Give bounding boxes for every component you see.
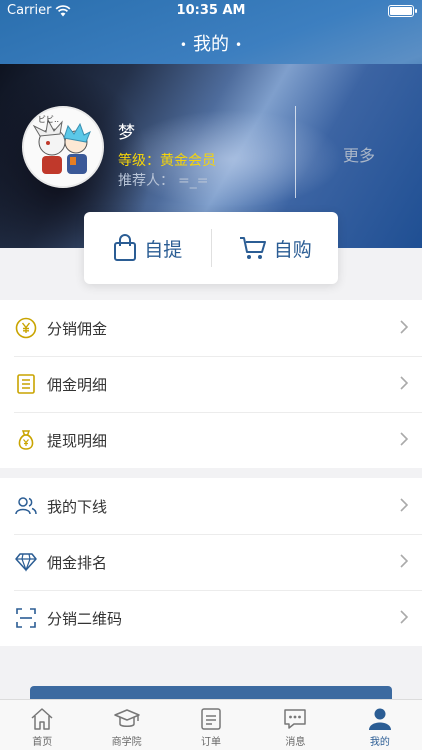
menu-item-label: 我的下线 [47,497,108,516]
svg-text:ビビ..: ビビ.. [38,115,59,124]
member-level: 等级：黄金会员 [118,150,216,170]
tab-mine[interactable]: 我的 [338,700,422,750]
chevron-right-icon [400,498,408,512]
referrer-value: =_= [178,173,209,189]
status-bar: Carrier 10:35 AM [0,0,422,22]
purchase-label: 自购 [273,238,312,261]
shopping-bag-icon [114,234,137,261]
referrer-label: 推荐人： [118,173,174,189]
scan-icon [14,606,38,630]
tab-label: 首页 [32,737,53,748]
pickup-button[interactable]: 自提 [84,212,211,284]
menu-item-distribution-commission[interactable]: 分销佣金 [0,300,422,356]
tab-home[interactable]: 首页 [0,700,84,750]
page-title: • 我的 • [179,34,243,55]
menu-group-commission: 分销佣金 佣金明细 提现明细 [0,300,422,468]
chevron-right-icon [400,554,408,568]
pickup-label: 自提 [144,238,183,261]
chevron-right-icon [400,376,408,390]
member-level-value: 黄金会员 [160,153,216,169]
menu-item-label: 提现明细 [47,431,108,450]
tab-messages[interactable]: 消息 [253,700,337,750]
menu-item-my-downline[interactable]: 我的下线 [0,478,422,534]
users-icon [14,494,38,518]
action-card: 自提 自购 [84,212,338,284]
menu-item-label: 分销佣金 [47,319,108,338]
user-name: 梦 [118,123,135,143]
menu-item-commission-details[interactable]: 佣金明细 [0,356,422,412]
member-level-label: 等级： [118,153,160,169]
tab-label: 我的 [369,737,390,748]
avatar[interactable]: ビビ.. [22,106,104,188]
chevron-right-icon [400,432,408,446]
graduation-cap-icon [113,709,140,727]
tab-label: 商学院 [111,737,142,748]
yen-coin-icon [14,316,38,340]
menu-item-label: 佣金排名 [47,553,108,572]
more-button[interactable]: 更多 [296,142,422,166]
menu-group-network: 我的下线 佣金排名 分销二维码 [0,478,422,646]
tab-orders[interactable]: 订单 [169,700,253,750]
order-icon [201,708,221,730]
message-icon [284,709,307,729]
tab-bar: 首页 商学院 订单 消息 我的 [0,699,422,750]
money-bag-icon [14,428,38,452]
chevron-right-icon [400,320,408,334]
referrer: 推荐人： =_= [118,170,208,190]
tab-business-school[interactable]: 商学院 [84,700,168,750]
menu-item-withdrawal-details[interactable]: 提现明细 [0,412,422,468]
purchase-button[interactable]: 自购 [212,212,339,284]
clipboard-list-icon [14,372,38,396]
home-icon [31,708,53,730]
person-icon [368,708,391,730]
menu-item-commission-ranking[interactable]: 佣金排名 [0,534,422,590]
menu-item-label: 佣金明细 [47,375,108,394]
tab-label: 消息 [285,737,306,748]
diamond-icon [14,550,38,574]
tab-label: 订单 [201,737,222,748]
chevron-right-icon [400,610,408,624]
battery-icon [388,5,417,17]
cart-icon [239,237,266,259]
menu-item-label: 分销二维码 [47,609,123,628]
avatar-image: ビビ.. [24,108,102,186]
menu-item-distribution-qrcode[interactable]: 分销二维码 [0,590,422,646]
clock: 10:35 AM [176,3,246,18]
